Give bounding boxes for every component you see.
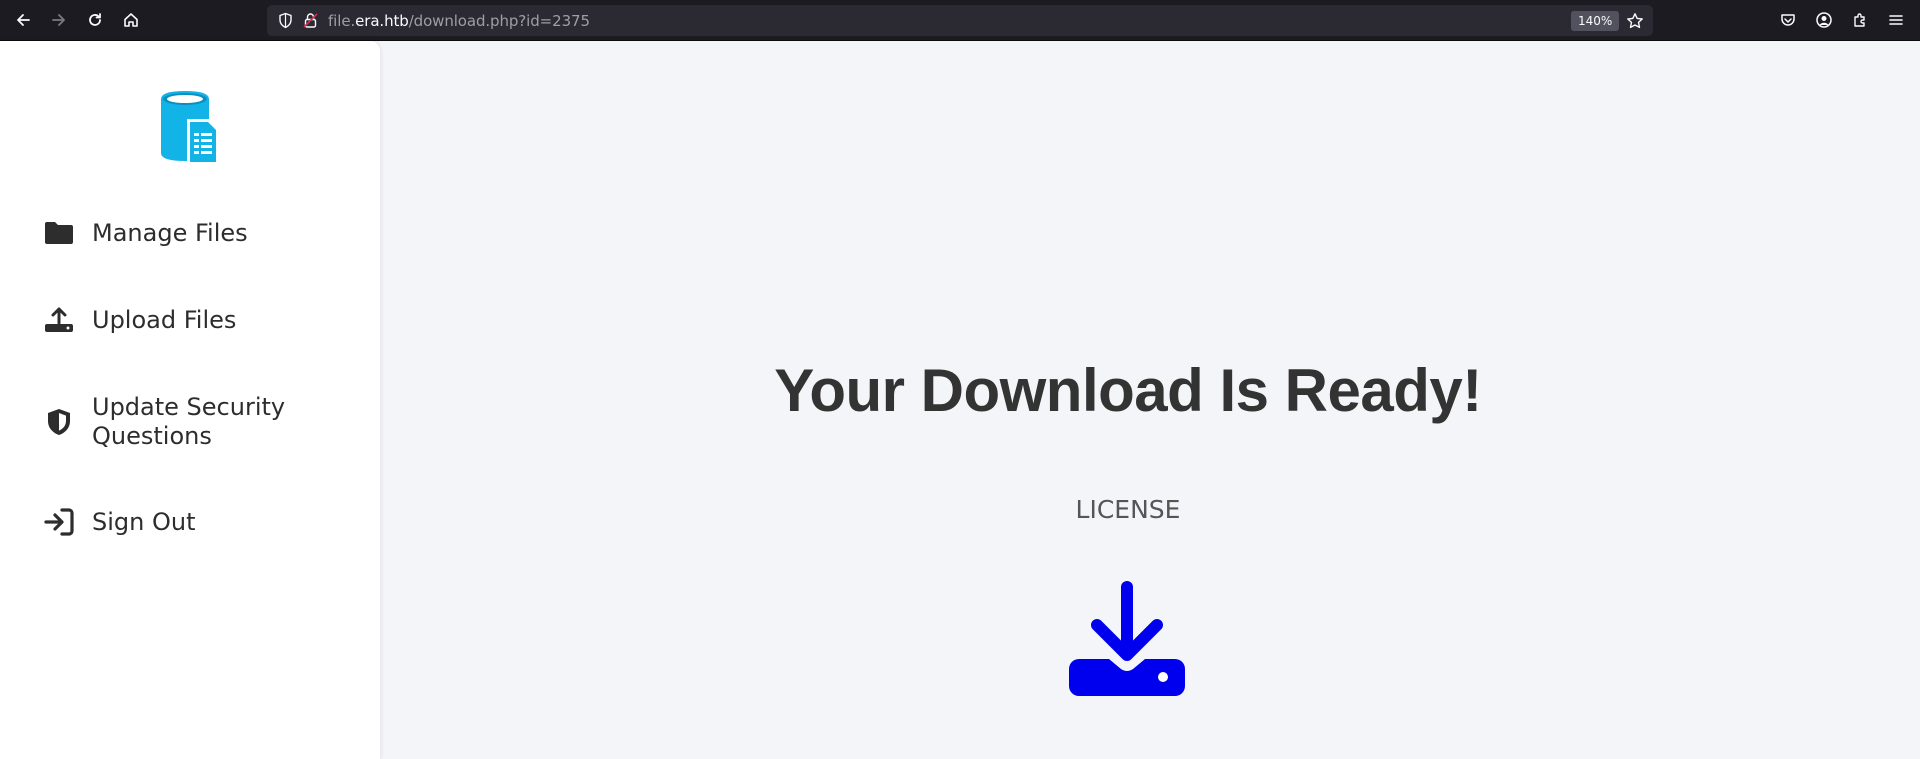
browser-toolbar: file.era.htb/download.php?id=2375 140% [0, 0, 1920, 41]
pocket-icon [1781, 14, 1795, 26]
shield-icon-wrap [42, 405, 76, 439]
home-button[interactable] [116, 6, 146, 34]
page-title: Your Download Is Ready! [774, 357, 1482, 424]
sidebar-item-label: Upload Files [92, 305, 237, 334]
tracking-shield-icon[interactable] [277, 12, 294, 29]
sidebar-item-update-security-questions[interactable]: Update Security Questions [42, 393, 342, 451]
upload-icon-wrap [42, 303, 76, 337]
insecure-lock-icon[interactable] [302, 12, 319, 29]
upload-icon [45, 307, 73, 332]
database-document-icon [161, 91, 219, 165]
sidebar-item-label: Sign Out [92, 507, 196, 536]
sign-out-icon-wrap [42, 505, 76, 539]
back-button[interactable] [8, 6, 38, 34]
sidebar-item-upload-files[interactable]: Upload Files [42, 303, 342, 337]
account-button[interactable] [1809, 6, 1839, 34]
sidebar-item-sign-out[interactable]: Sign Out [42, 505, 342, 539]
hamburger-menu-icon [1889, 15, 1903, 25]
zoom-level-button[interactable]: 140% [1571, 11, 1620, 31]
folder-icon [45, 222, 73, 244]
forward-button[interactable] [44, 6, 74, 34]
sidebar-item-manage-files[interactable]: Manage Files [42, 216, 342, 250]
sidebar-item-label: Manage Files [92, 218, 248, 247]
address-bar[interactable]: file.era.htb/download.php?id=2375 140% [267, 5, 1653, 36]
url-host: era.htb [355, 12, 409, 30]
url-text[interactable]: file.era.htb/download.php?id=2375 [328, 12, 590, 30]
home-icon [124, 13, 138, 27]
sidebar: Manage Files Upload Files Update Securit… [0, 41, 380, 759]
main-content: Your Download Is Ready! LICENSE [380, 41, 1920, 759]
shield-icon [48, 409, 70, 435]
bookmark-star-icon[interactable] [1626, 12, 1644, 30]
url-prefix: file. [328, 12, 356, 30]
url-path: /download.php?id=2375 [408, 12, 590, 30]
sign-out-icon [44, 508, 74, 536]
back-arrow-icon [17, 14, 30, 26]
sidebar-item-label: Update Security Questions [92, 393, 286, 450]
account-icon [1816, 12, 1832, 28]
pocket-button[interactable] [1773, 6, 1803, 34]
reload-icon [89, 13, 101, 26]
download-icon [1069, 581, 1185, 696]
forward-arrow-icon [52, 14, 65, 26]
folder-icon-wrap [42, 216, 76, 250]
extensions-button[interactable] [1845, 6, 1875, 34]
download-button[interactable] [1069, 581, 1185, 696]
reload-button[interactable] [80, 6, 110, 34]
file-name: LICENSE [1075, 495, 1181, 524]
puzzle-icon [1854, 13, 1865, 27]
app-menu-button[interactable] [1881, 6, 1911, 34]
